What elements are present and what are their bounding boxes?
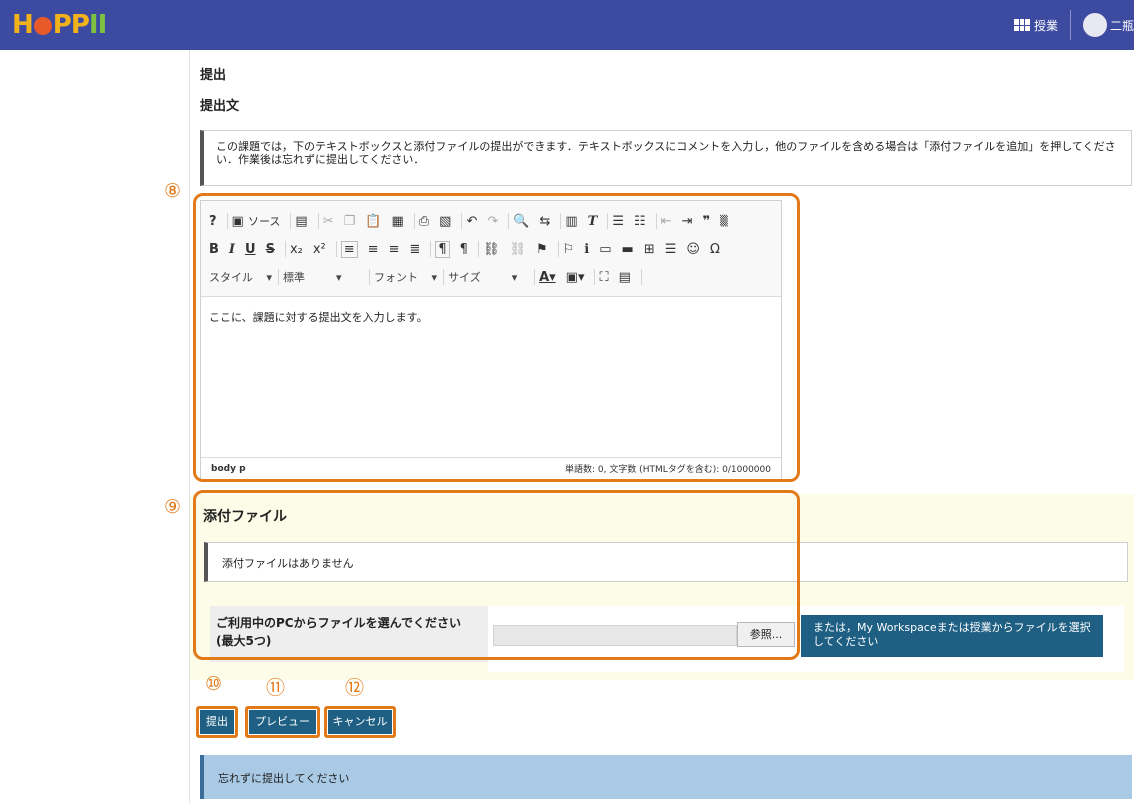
- copy-icon[interactable]: ❐: [344, 214, 356, 229]
- callout-11: ⑪: [266, 677, 286, 699]
- upload-label: ご利用中のPCからファイルを選んでください (最大5つ): [210, 606, 488, 662]
- avatar[interactable]: [1082, 13, 1107, 37]
- callout-12: ⑫: [345, 677, 365, 699]
- indent-icon[interactable]: ⇥: [682, 214, 693, 229]
- nav-divider: [1069, 10, 1071, 40]
- sidebar: [0, 50, 190, 803]
- site-logo[interactable]: H PPII: [12, 10, 107, 40]
- undo-icon[interactable]: ↶: [466, 214, 477, 229]
- superscript-icon[interactable]: x²: [313, 242, 326, 257]
- new-page-icon[interactable]: ▤: [295, 214, 307, 229]
- bg-color-icon[interactable]: ▣▾: [566, 270, 585, 285]
- numbered-list-icon[interactable]: ☰: [612, 214, 624, 229]
- print-icon[interactable]: ⎙: [419, 214, 429, 229]
- anchor-icon[interactable]: ⚑: [536, 242, 548, 257]
- editor-content[interactable]: ここに、課題に対する提出文を入力します。: [201, 297, 781, 457]
- find-icon[interactable]: 🔍: [513, 214, 529, 229]
- unlink-icon[interactable]: ⛓: [509, 242, 526, 257]
- instructions-box: この課題では，下のテキストボックスと添付ファイルの提出ができます．テキストボック…: [200, 130, 1132, 186]
- font-dropdown[interactable]: フォント ▾: [374, 269, 437, 285]
- show-blocks-icon[interactable]: ▤: [619, 270, 631, 285]
- link-icon[interactable]: ⛓: [483, 242, 500, 257]
- maximize-icon[interactable]: ⛶: [599, 270, 608, 285]
- info-icon[interactable]: ℹ: [584, 242, 589, 257]
- style-dropdown[interactable]: スタイル ▾: [209, 269, 272, 285]
- callout-10: ⑩: [205, 673, 223, 695]
- workspace-select-button[interactable]: または，My Workspaceまたは授業からファイルを選択してください: [801, 615, 1103, 657]
- bold-icon[interactable]: B: [209, 242, 219, 257]
- callout-8: ⑧: [164, 180, 182, 202]
- element-path[interactable]: body p: [211, 464, 246, 474]
- ltr-icon[interactable]: ¶: [435, 240, 450, 258]
- horizontal-rule-icon[interactable]: ☰: [665, 242, 677, 257]
- redo-icon[interactable]: ↷: [487, 214, 498, 229]
- notice-banner: 忘れずに提出してください: [200, 755, 1132, 799]
- word-count: 単語数: 0, 文字数 (HTMLタグを含む): 0/1000000: [564, 465, 771, 475]
- table-icon[interactable]: ⊞: [644, 242, 655, 257]
- div-icon[interactable]: ▒: [720, 216, 728, 227]
- outdent-icon[interactable]: ⇤: [661, 214, 672, 229]
- editor-status-bar: body p 単語数: 0, 文字数 (HTMLタグを含む): 0/100000…: [201, 457, 781, 479]
- bullet-list-icon[interactable]: ☷: [634, 214, 646, 229]
- size-dropdown[interactable]: サイズ ▾: [448, 269, 528, 285]
- file-input[interactable]: [493, 625, 737, 646]
- course-link[interactable]: 授業: [1034, 17, 1058, 34]
- rich-text-editor: ? ▣ ソース ▤ ✂ ❐ 📋 ▦ ⎙ ▧ ↶ ↷ 🔍 ⇆ ▥ T ☰ ☷ ⇤ …: [200, 200, 782, 480]
- smiley-icon[interactable]: ☺: [686, 242, 700, 257]
- justify-icon[interactable]: ≣: [409, 242, 420, 257]
- image-icon[interactable]: ▭: [599, 242, 611, 257]
- callout-9: ⑨: [164, 496, 182, 518]
- source-button[interactable]: ▣ ソース: [232, 213, 281, 229]
- template-icon[interactable]: ▧: [439, 214, 451, 229]
- align-right-icon[interactable]: ≡: [389, 242, 400, 257]
- blockquote-icon[interactable]: ❞: [702, 214, 710, 229]
- cancel-button[interactable]: キャンセル: [328, 710, 392, 734]
- top-nav: 授業 二瓶: [1013, 0, 1134, 50]
- editor-toolbar: ? ▣ ソース ▤ ✂ ❐ 📋 ▦ ⎙ ▧ ↶ ↷ 🔍 ⇆ ▥ T ☰ ☷ ⇤ …: [201, 201, 781, 297]
- align-left-icon[interactable]: ≡: [340, 240, 358, 258]
- italic-icon[interactable]: I: [229, 242, 235, 257]
- paste-icon[interactable]: 📋: [365, 214, 381, 229]
- remove-format-icon[interactable]: T: [588, 214, 598, 229]
- top-bar: H PPII 授業 二瓶: [0, 0, 1134, 50]
- format-dropdown[interactable]: 標準 ▾: [283, 269, 363, 285]
- preview-button[interactable]: プレビュー: [249, 710, 316, 734]
- flag-icon[interactable]: ⚐: [563, 242, 575, 257]
- browse-button[interactable]: 参照...: [737, 622, 795, 647]
- toolbar-row-2: B I U S x₂ x² ≡ ≡ ≡ ≣ ¶ ¶ ⛓ ⛓ ⚑ ⚐ ℹ ▭ ▬ …: [209, 235, 773, 263]
- media-icon[interactable]: ▬: [622, 242, 634, 257]
- cut-icon[interactable]: ✂: [323, 214, 334, 229]
- align-center-icon[interactable]: ≡: [368, 242, 379, 257]
- special-char-icon[interactable]: Ω: [710, 242, 720, 257]
- underline-icon[interactable]: U: [245, 242, 256, 257]
- strike-icon[interactable]: S: [266, 242, 275, 257]
- rtl-icon[interactable]: ¶: [460, 242, 468, 257]
- submit-button[interactable]: 提出: [200, 710, 234, 734]
- section-title: 提出文: [200, 99, 240, 114]
- replace-icon[interactable]: ⇆: [539, 214, 550, 229]
- no-attachments-message: 添付ファイルはありません: [204, 542, 1128, 582]
- user-name[interactable]: 二瓶: [1110, 17, 1134, 34]
- toolbar-row-3: スタイル ▾ 標準 ▾ フォント ▾ サイズ ▾ A▾ ▣▾ ⛶ ▤: [209, 263, 773, 291]
- attachments-title: 添付ファイル: [203, 509, 287, 525]
- help-icon[interactable]: ?: [209, 214, 217, 229]
- text-color-icon[interactable]: A▾: [539, 270, 556, 285]
- page-title: 提出: [200, 68, 227, 83]
- subscript-icon[interactable]: x₂: [290, 242, 303, 257]
- select-all-icon[interactable]: ▥: [565, 214, 577, 229]
- toolbar-row-1: ? ▣ ソース ▤ ✂ ❐ 📋 ▦ ⎙ ▧ ↶ ↷ 🔍 ⇆ ▥ T ☰ ☷ ⇤ …: [209, 207, 773, 235]
- grid-icon: [1013, 19, 1030, 31]
- paste-text-icon[interactable]: ▦: [391, 214, 403, 229]
